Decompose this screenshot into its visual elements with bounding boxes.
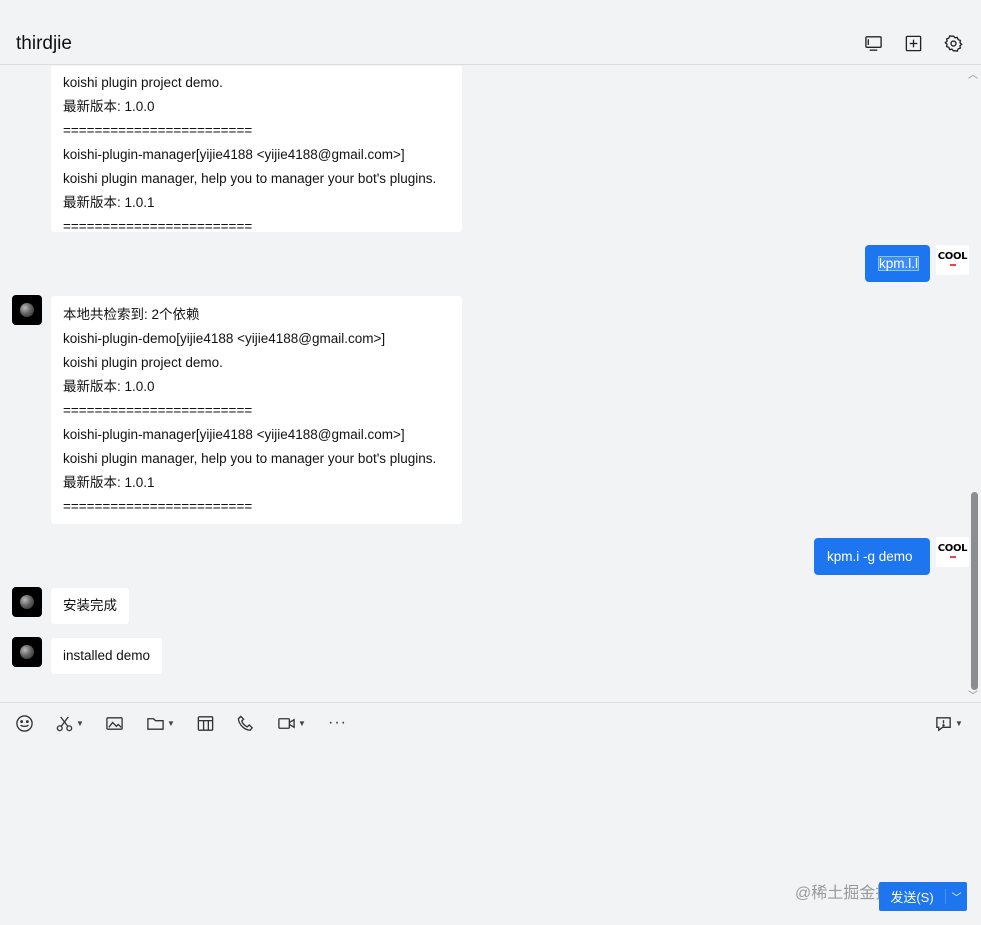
chat-title: thirdjie	[16, 33, 72, 54]
message-list[interactable]: koishi plugin project demo. 最新版本: 1.0.0 …	[0, 66, 981, 702]
bot-avatar[interactable]	[12, 637, 42, 667]
message-input[interactable]	[0, 742, 981, 872]
avatar-dash	[949, 264, 956, 266]
message-bubble[interactable]: 安装完成	[51, 588, 129, 624]
phone-icon[interactable]	[236, 713, 255, 733]
message-line: 本地共检索到: 2个依赖	[63, 307, 200, 322]
message-line: ========================	[63, 499, 253, 514]
chevron-down-icon[interactable]: ▼	[298, 719, 306, 728]
screen-share-icon[interactable]	[864, 34, 883, 53]
message-line: ========================	[63, 403, 253, 418]
send-button-label: 发送(S)	[890, 890, 934, 905]
add-member-icon[interactable]	[904, 34, 923, 53]
sent-message-text: kpm.i -g demo	[827, 549, 913, 564]
chevron-down-icon[interactable]: ▼	[76, 719, 84, 728]
chat-history-icon[interactable]: ▼	[934, 713, 963, 733]
chat-header: thirdjie	[0, 0, 981, 65]
send-button[interactable]: 发送(S) ﹀	[879, 882, 967, 911]
screenshot-scissors-icon[interactable]: ▼	[55, 713, 84, 733]
self-avatar[interactable]: COOL	[936, 537, 969, 567]
sent-message-text: kpm.l.l	[878, 256, 920, 271]
scroll-down-arrow-icon[interactable]: ﹀	[968, 687, 978, 702]
sticker-icon[interactable]	[196, 713, 215, 733]
message-bubble[interactable]: installed demo	[51, 638, 163, 674]
orb-icon	[20, 303, 34, 317]
image-icon[interactable]	[105, 713, 124, 733]
message-line: 最新版本: 1.0.1	[63, 195, 155, 210]
message-line: 最新版本: 1.0.0	[63, 99, 155, 114]
message-bubble[interactable]: 本地共检索到: 2个依赖 koishi-plugin-demo[yijie418…	[51, 296, 462, 524]
chevron-down-icon[interactable]: ▼	[955, 719, 963, 728]
message-line: koishi plugin manager, help you to manag…	[63, 171, 437, 186]
bot-avatar[interactable]	[12, 587, 42, 617]
sent-message-bubble[interactable]: kpm.l.l	[865, 245, 930, 282]
bot-avatar[interactable]	[12, 295, 42, 325]
settings-gear-icon[interactable]	[944, 34, 963, 53]
message-line: ========================	[63, 123, 253, 138]
avatar-label: COOL	[937, 543, 968, 554]
message-line: koishi-plugin-demo[yijie4188 <yijie4188@…	[63, 331, 386, 346]
message-line: ========================	[63, 219, 253, 234]
message-line: koishi plugin project demo.	[63, 75, 223, 90]
avatar-label: COOL	[937, 251, 968, 262]
message-text: 安装完成	[63, 598, 117, 613]
message-line: 最新版本: 1.0.0	[63, 379, 155, 394]
message-line: koishi-plugin-manager[yijie4188 <yijie41…	[63, 427, 405, 442]
chevron-down-icon[interactable]: ▼	[167, 719, 175, 728]
message-line: 最新版本: 1.0.1	[63, 475, 155, 490]
message-line: koishi-plugin-manager[yijie4188 <yijie41…	[63, 147, 405, 162]
header-actions	[864, 34, 963, 53]
sent-message-bubble[interactable]: kpm.i -g demo	[814, 538, 930, 575]
avatar-dash	[949, 556, 956, 558]
message-bubble-partial[interactable]: koishi plugin project demo. 最新版本: 1.0.0 …	[51, 66, 462, 234]
video-call-icon[interactable]: ▼	[277, 713, 306, 733]
message-text: installed demo	[63, 648, 151, 663]
more-icon[interactable]: ···	[328, 713, 347, 733]
scroll-up-arrow-icon[interactable]: ︿	[968, 66, 978, 81]
orb-icon	[20, 595, 34, 609]
message-line: koishi plugin manager, help you to manag…	[63, 451, 437, 466]
chevron-down-icon[interactable]: ﹀	[945, 889, 967, 904]
folder-icon[interactable]: ▼	[146, 713, 175, 733]
input-toolbar: ▼ ▼ ▼ ··· ▼	[0, 702, 981, 742]
scrollbar-thumb[interactable]	[971, 492, 978, 690]
emoji-icon[interactable]	[15, 713, 34, 733]
message-line: koishi plugin project demo.	[63, 355, 223, 370]
orb-icon	[20, 645, 34, 659]
self-avatar[interactable]: COOL	[936, 245, 969, 275]
